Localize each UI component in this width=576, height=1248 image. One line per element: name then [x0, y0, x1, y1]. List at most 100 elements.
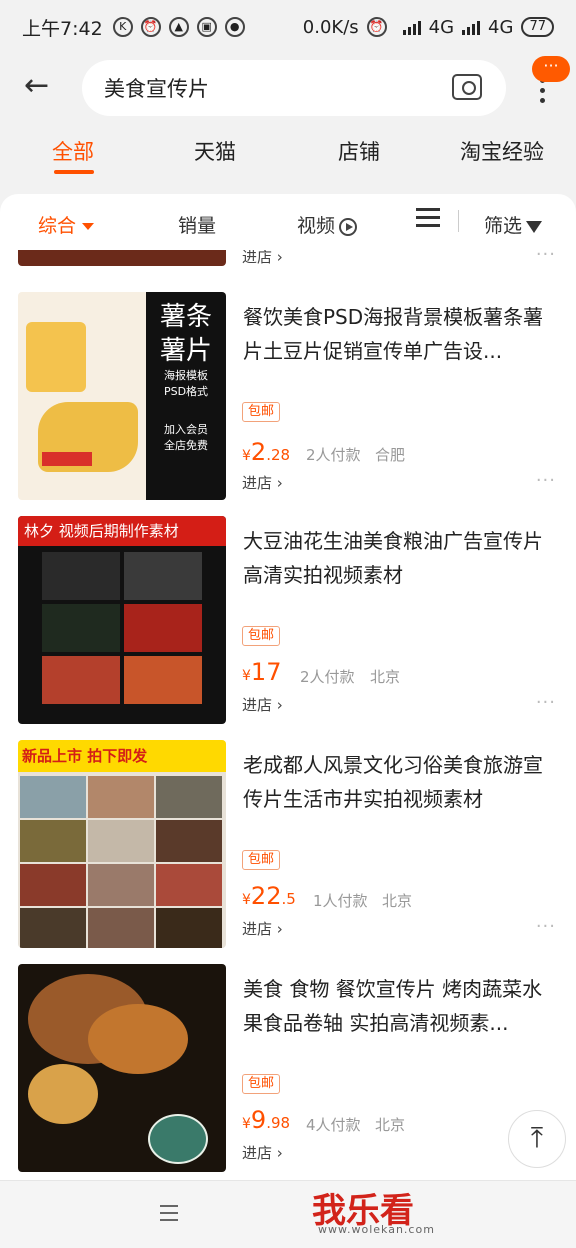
k-app-icon: K: [112, 17, 133, 37]
play-icon: [339, 217, 358, 236]
free-shipping-tag: 包邮: [242, 850, 281, 870]
sort-sales[interactable]: 销量: [178, 211, 216, 238]
tab-tmall[interactable]: 天猫: [194, 136, 236, 166]
location: 北京: [375, 1116, 406, 1134]
more-options-icon[interactable]: ···: [536, 470, 556, 491]
price-currency: ¥: [242, 448, 251, 464]
layout-toggle-icon[interactable]: [416, 208, 440, 232]
price-currency: ¥: [242, 668, 251, 684]
sold-count: 1人付款: [313, 892, 368, 910]
sold-count: 2人付款: [300, 668, 355, 686]
list-item[interactable]: 薯条薯片 海报模板 PSD格式 加入会员 全店免费 餐饮美食PSD海报背景模板薯…: [0, 292, 576, 516]
search-header: ← 美食宣传片 ···: [0, 54, 576, 122]
arrow-up-icon: ⤒: [530, 1121, 544, 1154]
price-integer: 9: [250, 1106, 267, 1134]
filter-bar: 综合 销量 视频 筛选: [0, 194, 576, 250]
sold-count: 2人付款: [306, 446, 361, 464]
notification-icon: ▣: [196, 17, 217, 37]
thumb-line3: 加入会员: [164, 423, 208, 436]
network-type-2: 4G: [488, 16, 514, 38]
food-image: [88, 1004, 188, 1074]
item-thumbnail[interactable]: 新品上市 拍下即发: [18, 740, 226, 948]
filter-button[interactable]: 筛选: [484, 211, 543, 238]
location: 北京: [370, 668, 401, 686]
sold-count: 4人付款: [306, 1116, 361, 1134]
partial-item-thumbnail[interactable]: [18, 250, 226, 266]
message-badge[interactable]: ···: [532, 56, 570, 82]
item-thumbnail[interactable]: [18, 964, 226, 1172]
search-input[interactable]: 美食宣传片: [82, 60, 506, 116]
item-title[interactable]: 餐饮美食PSD海报背景模板薯条薯片土豆片促销宣传单广告设...: [243, 300, 553, 368]
sort-label: 综合: [38, 215, 77, 237]
active-tab-indicator: [54, 170, 94, 174]
more-menu-icon[interactable]: [540, 78, 548, 108]
thumb-cell: [124, 656, 202, 704]
signal-icon-2: [462, 19, 481, 35]
thumb-big-text: 薯条薯片: [159, 302, 212, 366]
item-thumbnail[interactable]: 薯条薯片 海报模板 PSD格式 加入会员 全店免费: [18, 292, 226, 500]
funnel-icon: [526, 220, 543, 233]
price-decimal: .5: [281, 890, 296, 908]
partial-item-store-link[interactable]: 进店 ›: [242, 250, 283, 267]
drive-icon: ▲: [168, 17, 189, 37]
status-time: 上午7:42: [22, 17, 103, 40]
list-item[interactable]: 新品上市 拍下即发 老成都人风景文化习俗美食旅游宣传片生活市井实拍视频素材 包邮…: [0, 740, 576, 964]
thumb-cell: [20, 864, 86, 906]
watermark-url: www.wolekan.com: [318, 1223, 435, 1236]
search-query: 美食宣传片: [104, 77, 209, 101]
price-integer: 22: [250, 882, 282, 910]
more-options-icon[interactable]: ···: [536, 692, 556, 713]
free-shipping-tag: 包邮: [242, 402, 281, 422]
filter-video[interactable]: 视频: [297, 211, 358, 238]
status-bar: 上午7:42 K ⏰ ▲ ▣ ● 0.0K/s ⏰ 4G 4G 77: [0, 0, 576, 54]
bottom-nav-bar: 我乐看 www.wolekan.com: [0, 1180, 576, 1248]
price-integer: 2: [250, 438, 267, 466]
thumb-line1: 海报模板: [164, 369, 208, 382]
sort-comprehensive[interactable]: 综合: [38, 211, 95, 238]
video-label: 视频: [297, 215, 336, 237]
item-title[interactable]: 大豆油花生油美食粮油广告宣传片高清实拍视频素材: [243, 524, 553, 592]
location: 北京: [382, 892, 413, 910]
price-currency: ¥: [242, 892, 251, 908]
tab-stores[interactable]: 店铺: [338, 136, 380, 166]
menu-icon[interactable]: [160, 1205, 178, 1221]
list-item[interactable]: 美食 食物 餐饮宣传片 烤肉蔬菜水果食品卷轴 实拍高清视频素... 包邮 ¥9.…: [0, 964, 576, 1180]
category-tabs: 全部 天猫 店铺 淘宝经验: [0, 122, 576, 186]
store-link[interactable]: 进店 ›: [242, 918, 283, 939]
thumb-cell: [88, 908, 154, 948]
dropdown-caret-icon: [82, 223, 95, 230]
store-link[interactable]: 进店 ›: [242, 472, 283, 493]
store-link[interactable]: 进店 ›: [242, 1142, 283, 1163]
network-type-1: 4G: [428, 16, 455, 38]
thumb-banner: 新品上市 拍下即发: [18, 740, 226, 772]
back-to-top-button[interactable]: ⤒: [508, 1110, 566, 1168]
food-image: [28, 1064, 98, 1124]
free-shipping-tag: 包邮: [242, 626, 281, 646]
partial-item-more-icon[interactable]: ···: [536, 250, 556, 265]
divider: [458, 210, 459, 232]
thumb-cell: [156, 908, 222, 948]
alarm-clock-icon: ⏰: [366, 17, 387, 37]
thumb-cell: [42, 656, 120, 704]
item-thumbnail[interactable]: 林夕 视频后期制作素材: [18, 516, 226, 724]
item-title[interactable]: 美食 食物 餐饮宣传片 烤肉蔬菜水果食品卷轴 实拍高清视频素...: [243, 972, 553, 1040]
store-link[interactable]: 进店 ›: [242, 694, 283, 715]
status-right: 0.0K/s ⏰ 4G 4G 77: [303, 17, 554, 38]
price-integer: 17: [250, 658, 282, 686]
tab-all[interactable]: 全部: [52, 136, 94, 166]
tab-taobao-experience[interactable]: 淘宝经验: [460, 136, 544, 166]
browser-icon: ●: [224, 17, 245, 37]
more-options-icon[interactable]: ···: [536, 916, 556, 937]
free-shipping-tag: 包邮: [242, 1074, 281, 1094]
list-item[interactable]: 林夕 视频后期制作素材 大豆油花生油美食粮油广告宣传片高清实拍视频素材 包邮 ¥…: [0, 516, 576, 740]
item-price: ¥2.28: [242, 438, 290, 466]
thumb-cell: [42, 604, 120, 652]
alarm-icon: ⏰: [140, 17, 161, 37]
item-title[interactable]: 老成都人风景文化习俗美食旅游宣传片生活市井实拍视频素材: [243, 748, 553, 816]
network-speed: 0.0K/s: [302, 16, 359, 38]
back-arrow-icon[interactable]: ←: [24, 71, 54, 102]
thumb-cell: [156, 864, 222, 906]
thumb-text-panel: 薯条薯片 海报模板 PSD格式 加入会员 全店免费: [146, 292, 226, 500]
thumb-cell: [20, 776, 86, 818]
camera-icon[interactable]: [452, 74, 482, 100]
